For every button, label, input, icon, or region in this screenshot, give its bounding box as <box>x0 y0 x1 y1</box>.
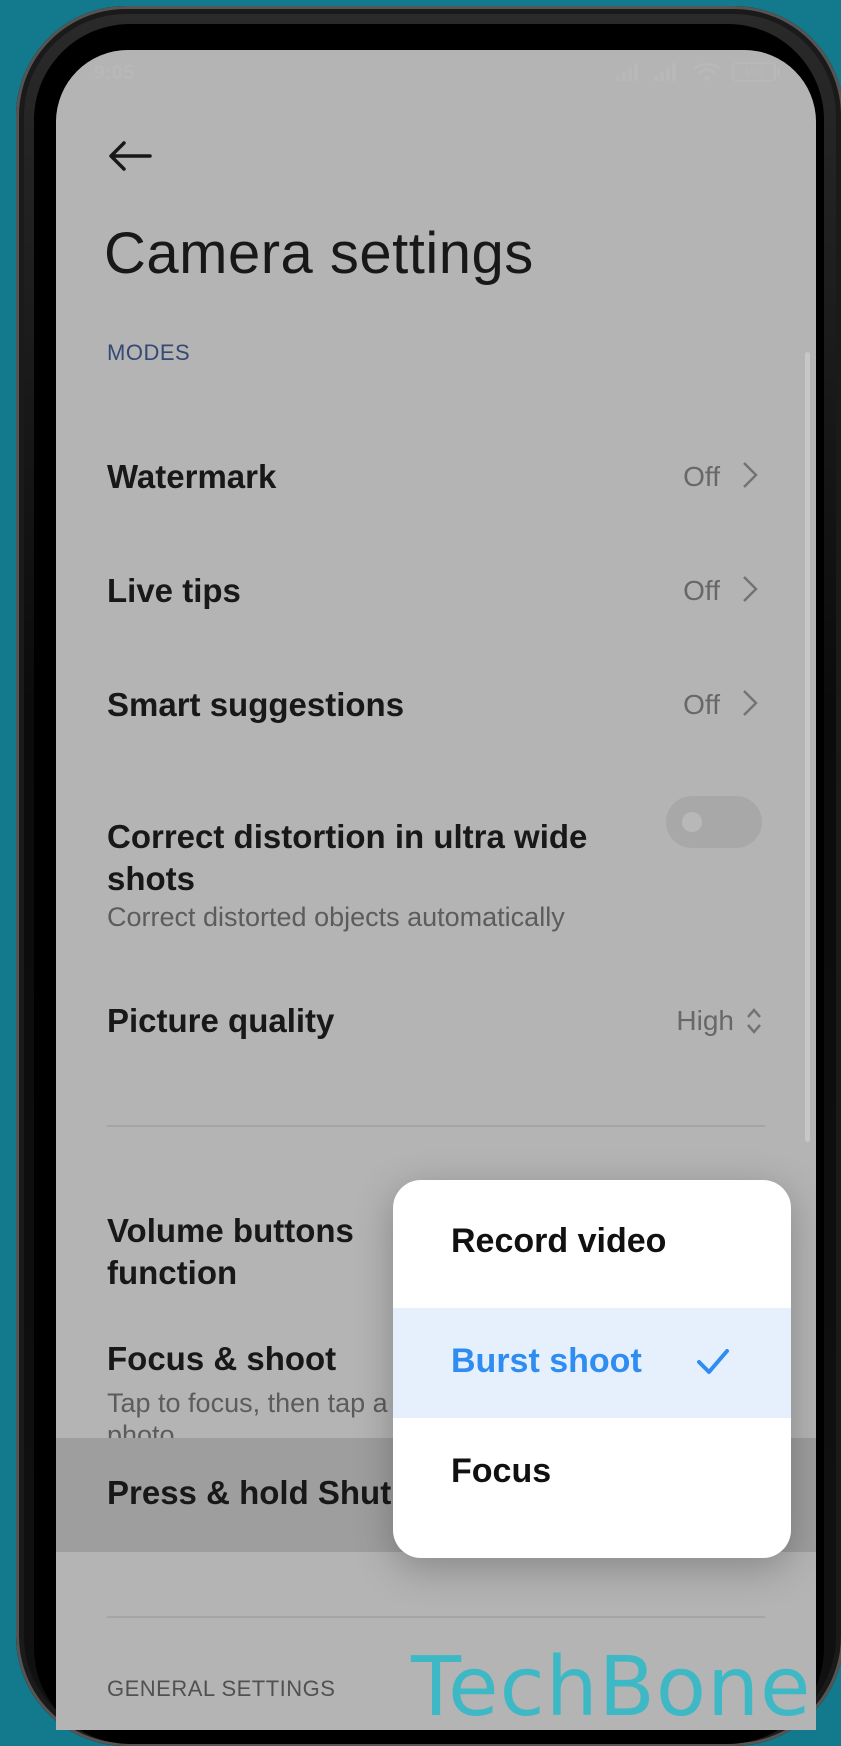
option-label: Burst shoot <box>451 1342 642 1380</box>
popup-option-focus[interactable]: Focus <box>393 1418 791 1528</box>
check-icon <box>697 1349 729 1374</box>
popup-option-burst-shoot[interactable]: Burst shoot <box>393 1308 791 1418</box>
popup-option-record-video[interactable]: Record video <box>393 1188 791 1298</box>
option-label: Focus <box>451 1452 552 1490</box>
option-label: Record video <box>451 1222 667 1260</box>
techbone-watermark: TechBone <box>411 1640 812 1735</box>
volume-function-popup: Record video Burst shoot Focus <box>393 1180 791 1558</box>
scrollbar[interactable] <box>805 352 810 1142</box>
screen: 9:05 100 Camera settings MODES Watermark… <box>56 50 816 1730</box>
